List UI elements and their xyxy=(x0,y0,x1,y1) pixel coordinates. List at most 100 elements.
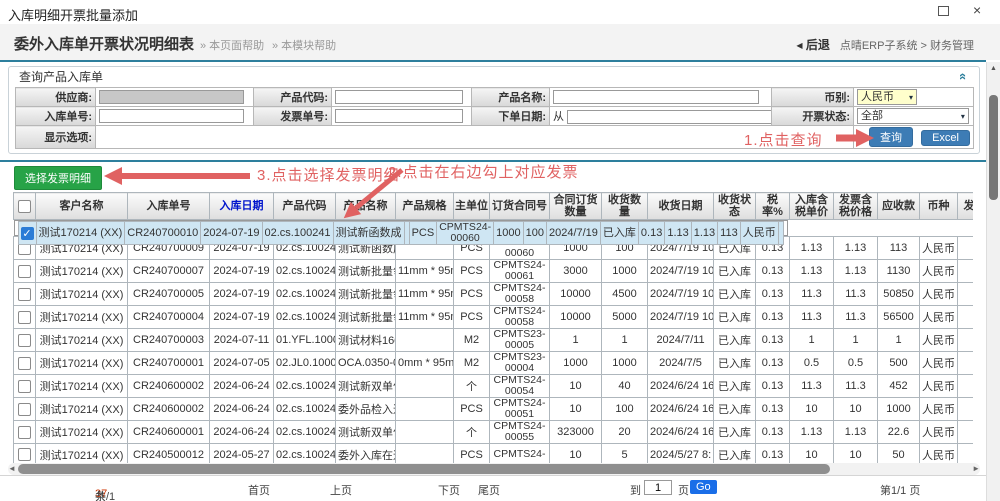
col-spec[interactable]: 产品规格 xyxy=(396,193,454,220)
currency-select[interactable]: 人民币▾ xyxy=(857,89,917,105)
table-row[interactable]: 测试170214 (XX)CR2405000122024-05-2702.cs.… xyxy=(14,444,974,464)
col-recv_status[interactable]: 收货状态 xyxy=(714,193,756,220)
cell-inv_price: 11.3 xyxy=(834,306,878,329)
col-in_price[interactable]: 入库含税单价 xyxy=(790,193,834,220)
close-button[interactable]: × xyxy=(973,3,981,17)
col-inv_price[interactable]: 发票含税价格 xyxy=(834,193,878,220)
col-entry_no[interactable]: 入库单号 xyxy=(128,193,210,220)
cell-entry_date: 2024-06-24 xyxy=(210,421,274,444)
col-tax_rate[interactable]: 税率% xyxy=(756,193,790,220)
cell-customer[interactable]: 测试170214 (XX) xyxy=(36,375,128,398)
row-checkbox[interactable] xyxy=(18,380,31,393)
excel-button[interactable]: Excel xyxy=(921,130,970,146)
cell-inv_price: 11.3 xyxy=(834,375,878,398)
cell-product_name: 测试新批量领 xyxy=(336,260,396,283)
row-checkbox[interactable] xyxy=(18,334,31,347)
col-invoice_no[interactable]: 发票单号 xyxy=(958,193,974,220)
col-contract_no[interactable]: 订货合同号 xyxy=(490,193,550,220)
page-number-input[interactable] xyxy=(644,480,672,495)
table-row[interactable]: 测试170214 (XX)CR2406000012024-06-2402.cs.… xyxy=(14,421,974,444)
cell-in_price: 1 xyxy=(790,329,834,352)
cell-customer[interactable]: 测试170214 (XX) xyxy=(36,421,128,444)
col-customer[interactable]: 客户名称 xyxy=(36,193,128,220)
scroll-left-icon[interactable]: ◄ xyxy=(8,464,16,473)
help-module-link[interactable]: » 本模块帮助 xyxy=(272,37,336,53)
cell-spec xyxy=(396,421,454,444)
last-page-link[interactable]: 尾页 xyxy=(478,482,500,498)
cell-recv_date: 2024/7/11 xyxy=(648,329,714,352)
col-check[interactable] xyxy=(14,193,36,220)
maximize-button[interactable] xyxy=(938,6,949,16)
cell-recv_date: 2024/7/19 10 xyxy=(648,283,714,306)
row-checkbox[interactable] xyxy=(18,426,31,439)
help-page-link[interactable]: » 本页面帮助 xyxy=(200,37,264,53)
table-row[interactable]: 测试170214 (XX)CR2407000042024-07-1902.cs.… xyxy=(14,306,974,329)
horizontal-scrollbar[interactable]: ◄ ► xyxy=(8,463,980,475)
cell-customer[interactable]: 测试170214 (XX) xyxy=(36,398,128,421)
cell-product_code: 02.cs.100246 xyxy=(274,260,336,283)
table-row[interactable]: 测试170214 (XX)CR2406000022024-06-2402.cs.… xyxy=(14,375,974,398)
table-row[interactable]: 测试170214 (XX)CR2406000022024-06-2402.cs.… xyxy=(14,398,974,421)
row-checkbox[interactable] xyxy=(18,403,31,416)
row-checkbox[interactable] xyxy=(18,357,31,370)
go-button[interactable]: Go xyxy=(690,480,717,494)
select-all-checkbox[interactable] xyxy=(18,200,31,213)
next-page-link[interactable]: 下页 xyxy=(438,482,460,498)
cell-customer[interactable]: 测试170214 (XX) xyxy=(36,306,128,329)
cell-customer[interactable]: 测试170214 (XX) xyxy=(36,260,128,283)
col-product_name[interactable]: 产品名称 xyxy=(336,193,396,220)
row-checkbox[interactable] xyxy=(18,288,31,301)
cell-customer[interactable]: 测试170214 (XX) xyxy=(36,222,125,245)
product-code-input[interactable] xyxy=(335,90,463,104)
first-page-link[interactable]: 首页 xyxy=(248,482,270,498)
row-checkbox[interactable] xyxy=(18,265,31,278)
horizontal-scroll-thumb[interactable] xyxy=(18,464,830,474)
select-invoice-detail-button[interactable]: 选择发票明细 xyxy=(14,166,102,190)
scroll-right-icon[interactable]: ► xyxy=(972,464,980,473)
table-row[interactable]: 测试170214 (XX)CR2407000052024-07-1902.cs.… xyxy=(14,283,974,306)
row-checkbox[interactable]: ✓ xyxy=(21,227,34,240)
cell-customer[interactable]: 测试170214 (XX) xyxy=(36,444,128,464)
supplier-input[interactable] xyxy=(99,90,244,104)
table-row[interactable]: 测试170214 (XX)CR2407000012024-07-0502.JL0… xyxy=(14,352,974,375)
breadcrumb[interactable]: 点晴ERP子系统 > 财务管理 xyxy=(840,40,974,52)
display-option-label: 显示选项: xyxy=(16,126,96,149)
col-contract_qty[interactable]: 合同订货数量 xyxy=(550,193,602,220)
date-from-input[interactable] xyxy=(567,110,771,124)
col-currency[interactable]: 币种 xyxy=(920,193,958,220)
cell-customer[interactable]: 测试170214 (XX) xyxy=(36,283,128,306)
cell-spec xyxy=(396,398,454,421)
invoice-status-select[interactable]: 全部▾ xyxy=(857,108,969,124)
cell-receivable: 56500 xyxy=(878,306,920,329)
search-button[interactable]: 查询 xyxy=(869,127,913,147)
cell-contract_qty: 3000 xyxy=(550,260,602,283)
row-checkbox[interactable] xyxy=(18,311,31,324)
col-recv_qty[interactable]: 收货数量 xyxy=(602,193,648,220)
table-row[interactable]: 测试170214 (XX)CR2407000032024-07-1101.YFL… xyxy=(14,329,974,352)
invoice-no-input[interactable] xyxy=(335,109,463,123)
cell-customer[interactable]: 测试170214 (XX) xyxy=(36,329,128,352)
scroll-up-icon[interactable]: ▲ xyxy=(990,65,997,72)
cell-currency: 人民币 xyxy=(920,398,958,421)
cell-entry_no: CR240600002 xyxy=(128,398,210,421)
vertical-scrollbar[interactable]: ▲ xyxy=(986,62,1000,501)
col-recv_date[interactable]: 收货日期 xyxy=(648,193,714,220)
back-button[interactable]: ◀ 后退 xyxy=(796,38,830,52)
cell-customer[interactable]: 测试170214 (XX) xyxy=(36,352,128,375)
col-entry_date[interactable]: 入库日期 xyxy=(210,193,274,220)
prev-page-link[interactable]: 上页 xyxy=(330,482,352,498)
cell-contract_qty: 1 xyxy=(550,329,602,352)
cell-inv_price: 1.13 xyxy=(834,237,878,260)
col-unit[interactable]: 主单位 xyxy=(454,193,490,220)
table-row[interactable]: ✓测试170214 (XX)CR2407000102024-07-1902.cs… xyxy=(14,220,788,236)
product-name-input[interactable] xyxy=(553,90,759,104)
col-receivable[interactable]: 应收款 xyxy=(878,193,920,220)
row-checkbox[interactable] xyxy=(18,448,31,461)
table-row[interactable]: 测试170214 (XX)CR2407000072024-07-1902.cs.… xyxy=(14,260,974,283)
col-product_code[interactable]: 产品代码 xyxy=(274,193,336,220)
vertical-scroll-thumb[interactable] xyxy=(989,95,998,200)
collapse-icon[interactable]: « xyxy=(956,73,971,80)
cell-currency: 人民币 xyxy=(920,421,958,444)
cell-entry_date: 2024-06-24 xyxy=(210,375,274,398)
entry-no-input[interactable] xyxy=(99,109,244,123)
